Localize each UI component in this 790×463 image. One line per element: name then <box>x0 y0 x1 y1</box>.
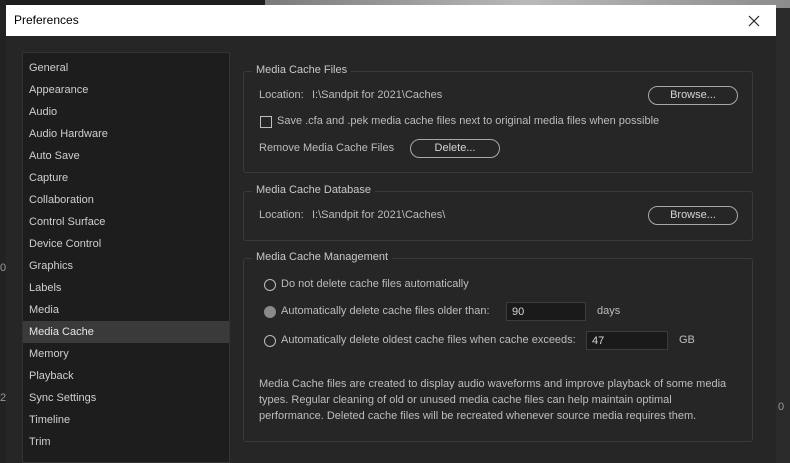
sidebar-item-collaboration[interactable]: Collaboration <box>23 189 229 211</box>
delete-button[interactable]: Delete... <box>410 139 500 158</box>
sidebar-item-capture[interactable]: Capture <box>23 167 229 189</box>
close-icon <box>748 15 760 26</box>
database-browse-button[interactable]: Browse... <box>648 206 738 225</box>
sidebar-item-graphics[interactable]: Graphics <box>23 255 229 277</box>
sidebar-item-media[interactable]: Media <box>23 299 229 321</box>
location-label: Location: <box>259 89 304 101</box>
radio-exceeds-label: Automatically delete oldest cache files … <box>281 334 576 346</box>
radio-exceeds[interactable] <box>264 335 276 347</box>
group-title: Media Cache Management <box>252 251 393 263</box>
media-cache-description: Media Cache files are created to display… <box>259 378 727 422</box>
browse-button[interactable]: Browse... <box>648 86 738 105</box>
preferences-sidebar: General Appearance Audio Audio Hardware … <box>22 52 230 463</box>
save-cache-checkbox-label: Save .cfa and .pek media cache files nex… <box>277 115 660 127</box>
exceeds-gb-input[interactable] <box>586 331 668 350</box>
sidebar-item-general[interactable]: General <box>23 57 229 79</box>
radio-no-delete[interactable] <box>264 279 276 291</box>
location-value: I:\Sandpit for 2021\Caches <box>312 89 443 101</box>
sidebar-item-sync-settings[interactable]: Sync Settings <box>23 387 229 409</box>
sidebar-item-audio[interactable]: Audio <box>23 101 229 123</box>
group-title: Media Cache Database <box>252 184 375 196</box>
preferences-dialog: Preferences General Appearance Audio Aud… <box>6 5 776 463</box>
sidebar-item-appearance[interactable]: Appearance <box>23 79 229 101</box>
sidebar-item-trim[interactable]: Trim <box>23 431 229 453</box>
radio-no-delete-label: Do not delete cache files automatically <box>281 278 469 290</box>
sidebar-item-device-control[interactable]: Device Control <box>23 233 229 255</box>
sidebar-item-playback[interactable]: Playback <box>23 365 229 387</box>
radio-older-than[interactable] <box>264 306 276 318</box>
close-button[interactable] <box>732 5 776 36</box>
background-right-panel <box>776 0 790 463</box>
sidebar-item-auto-save[interactable]: Auto Save <box>23 145 229 167</box>
save-cache-checkbox[interactable] <box>260 116 272 128</box>
media-cache-management-group: Media Cache Management Do not delete cac… <box>243 251 753 442</box>
remove-cache-label: Remove Media Cache Files <box>259 142 395 154</box>
media-cache-files-group: Media Cache Files Location: I:\Sandpit f… <box>243 64 753 173</box>
older-than-days-input[interactable] <box>506 302 586 321</box>
database-location-label: Location: <box>259 209 304 221</box>
sidebar-item-audio-hardware[interactable]: Audio Hardware <box>23 123 229 145</box>
group-title: Media Cache Files <box>252 64 352 76</box>
sidebar-item-memory[interactable]: Memory <box>23 343 229 365</box>
database-location-value: I:\Sandpit for 2021\Caches\ <box>312 209 446 221</box>
background-mark: 0 <box>778 401 785 413</box>
gb-unit-label: GB <box>679 334 695 346</box>
sidebar-item-labels[interactable]: Labels <box>23 277 229 299</box>
sidebar-item-timeline[interactable]: Timeline <box>23 409 229 431</box>
title-bar: Preferences <box>6 5 776 36</box>
days-unit-label: days <box>597 305 621 317</box>
media-cache-database-group: Media Cache Database Location: I:\Sandpi… <box>243 184 753 241</box>
sidebar-item-media-cache[interactable]: Media Cache <box>23 321 229 343</box>
sidebar-item-control-surface[interactable]: Control Surface <box>23 211 229 233</box>
window-title: Preferences <box>14 13 79 27</box>
radio-older-than-label: Automatically delete cache files older t… <box>281 305 490 317</box>
